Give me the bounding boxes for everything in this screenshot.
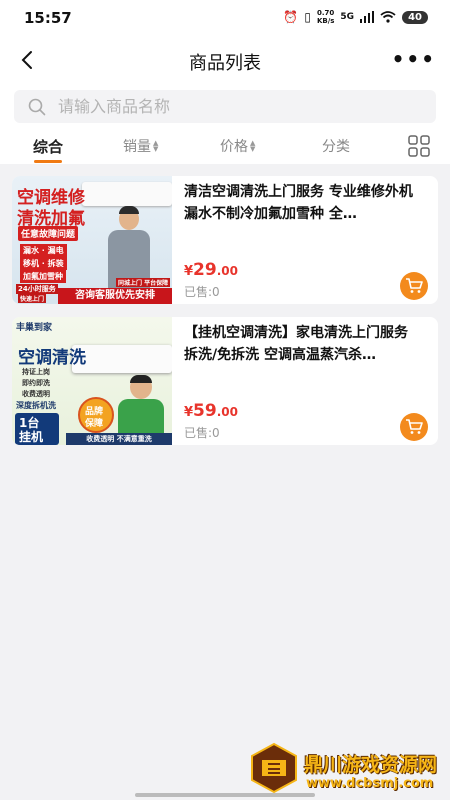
image-footer: 收费透明 不满意重洗: [66, 433, 172, 445]
back-button[interactable]: [14, 46, 42, 74]
image-chips: 同城上门 平台保障: [116, 278, 171, 287]
watermark-name: 鼎川游戏资源网: [304, 754, 438, 776]
status-time: 15:57: [24, 9, 72, 27]
search-box[interactable]: [14, 90, 436, 123]
watermark-logo-icon: [251, 742, 297, 794]
image-item: 移机 · 拆装: [20, 257, 67, 270]
grid-view-button[interactable]: [408, 135, 430, 161]
search-icon: [28, 98, 46, 116]
image-tag: 任意故障问题: [18, 226, 79, 241]
signal-5g-icon: 5G: [340, 12, 355, 22]
network-speed: 0.70 KB/s: [317, 9, 334, 25]
battery-indicator: 40: [402, 10, 428, 24]
add-to-cart-button[interactable]: [400, 413, 428, 441]
status-bar: 15:57 ⏰ ▯ 0.70 KB/s 5G 40: [0, 0, 450, 36]
seal-text: 保障: [85, 419, 104, 429]
sort-arrows-icon: ▲ ▼: [250, 139, 256, 153]
alarm-icon: ⏰: [283, 10, 299, 24]
grid-view-icon: [408, 135, 430, 157]
product-price: ¥59.00: [184, 401, 238, 421]
brand-seal: 品牌 保障: [78, 397, 114, 433]
price-decimal: .00: [216, 405, 238, 419]
more-options-button[interactable]: •••: [392, 47, 436, 71]
image-check: 收费透明: [22, 390, 50, 398]
image-check: 即约即洗: [22, 379, 50, 387]
home-indicator[interactable]: [135, 793, 315, 797]
image-badge: 24小时服务: [16, 284, 58, 294]
search-input[interactable]: [58, 90, 418, 123]
cart-icon: [406, 419, 423, 434]
sort-tabs: 综合 销量 ▲ ▼ 价格 ▲ ▼ 分类: [0, 128, 450, 164]
wifi-icon: [380, 11, 396, 23]
tab-category[interactable]: 分类: [322, 136, 350, 156]
ac-unit-graphic: [82, 182, 172, 206]
signal-bars-icon: [360, 11, 375, 23]
image-item: 漏水 · 漏电: [20, 244, 67, 257]
price-decimal: .00: [216, 264, 238, 278]
chevron-left-icon: [21, 51, 32, 69]
tab-sales[interactable]: 销量 ▲ ▼: [123, 136, 158, 156]
tab-comprehensive[interactable]: 综合: [33, 136, 63, 157]
product-image[interactable]: 丰巢到家 空调清洗 持证上岗 即约即洗 收费透明 深度拆机洗 1台 挂机 品牌 …: [12, 317, 172, 445]
price-integer: 29: [193, 260, 217, 280]
ac-unit-graphic: [72, 345, 172, 373]
cart-icon: [406, 278, 423, 293]
sort-arrows-icon: ▲ ▼: [153, 139, 159, 153]
tab-label: 价格: [220, 139, 248, 155]
image-check: 持证上岗: [22, 368, 50, 376]
status-icons: ⏰ ▯ 0.70 KB/s 5G 40: [283, 9, 428, 25]
image-deep-clean: 深度拆机洗: [16, 401, 56, 410]
network-speed-unit: KB/s: [316, 17, 335, 25]
header: 商品列表 •••: [0, 36, 450, 86]
unit-badge-type: 挂机: [19, 430, 44, 444]
unit-badge: 1台 挂机: [15, 413, 59, 445]
page-title: 商品列表: [189, 53, 261, 74]
add-to-cart-button[interactable]: [400, 272, 428, 300]
tab-label: 分类: [322, 139, 350, 155]
network-speed-value: 0.70: [317, 9, 335, 17]
price-symbol: ¥: [184, 264, 194, 279]
image-footer: 咨询客服优先安排: [58, 288, 172, 304]
image-badge-sub: 快速上门: [18, 294, 47, 303]
tab-price[interactable]: 价格 ▲ ▼: [220, 136, 255, 156]
tab-label: 销量: [123, 139, 151, 155]
product-card[interactable]: 空调维修 清洗加氟 任意故障问题 漏水 · 漏电 移机 · 拆装 加氟加雪种 2…: [12, 176, 438, 304]
price-symbol: ¥: [184, 405, 194, 420]
product-image[interactable]: 空调维修 清洗加氟 任意故障问题 漏水 · 漏电 移机 · 拆装 加氟加雪种 2…: [12, 176, 172, 304]
search-bar: [0, 86, 450, 128]
product-price: ¥29.00: [184, 260, 238, 280]
product-title[interactable]: 清洁空调清洗上门服务 专业维修外机 漏水不制冷加氟加雪种 全…: [184, 181, 424, 225]
product-title[interactable]: 【挂机空调清洗】家电清洗上门服务 拆洗/免拆洗 空调高温蒸汽杀…: [184, 322, 424, 366]
vibrate-icon: ▯: [304, 10, 311, 24]
image-headline: 空调清洗: [18, 348, 86, 368]
image-item: 加氟加雪种: [20, 270, 66, 283]
sold-count: 已售:0: [184, 426, 220, 440]
sold-count: 已售:0: [184, 285, 220, 299]
watermark-url: www.dcbsmj.com: [306, 776, 434, 791]
active-tab-indicator: [34, 160, 62, 163]
product-card[interactable]: 丰巢到家 空调清洗 持证上岗 即约即洗 收费透明 深度拆机洗 1台 挂机 品牌 …: [12, 317, 438, 445]
more-icon: •••: [391, 47, 436, 71]
tab-label: 综合: [33, 138, 64, 156]
watermark: 鼎川游戏资源网 www.dcbsmj.com: [248, 738, 448, 796]
image-brand: 丰巢到家: [16, 323, 53, 333]
price-integer: 59: [193, 401, 217, 421]
